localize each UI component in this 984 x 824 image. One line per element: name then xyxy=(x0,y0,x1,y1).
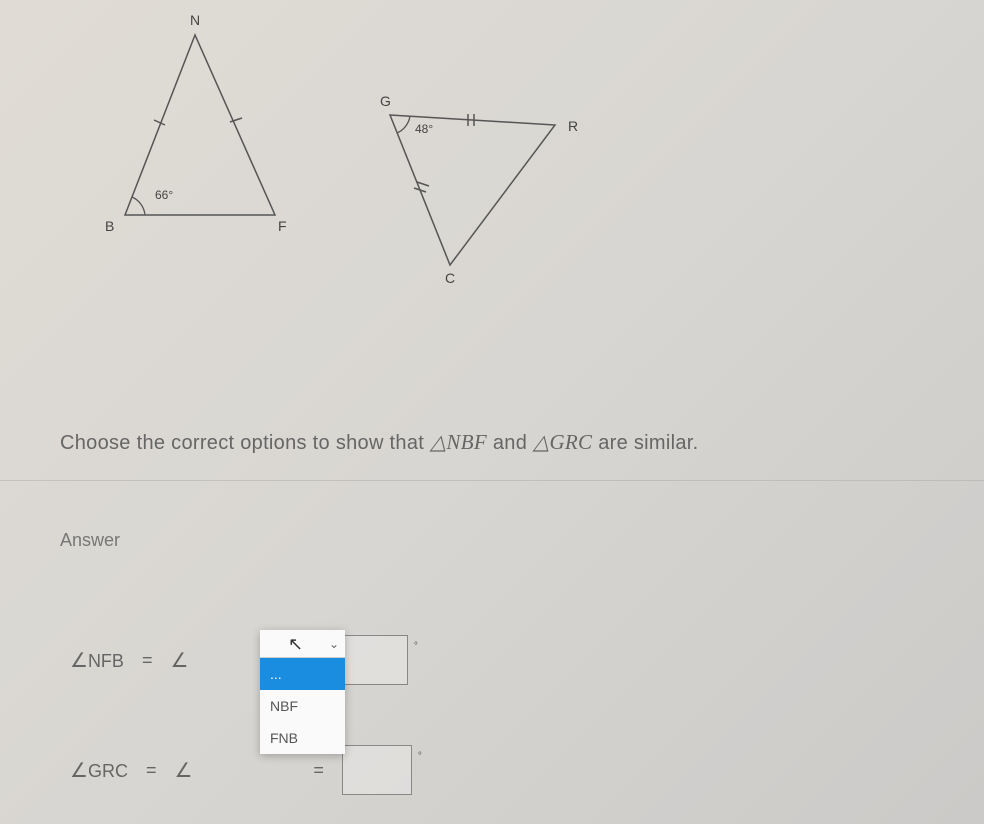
vertex-b: B xyxy=(105,218,114,234)
degree-1: ° xyxy=(414,641,418,652)
dropdown-header[interactable]: ↖ ⌄ xyxy=(260,630,345,658)
answer-row-grc: ∠GRC = ∠ = ° xyxy=(70,745,422,795)
equals-2: = xyxy=(146,760,157,781)
question-prefix: Choose the correct options to show that xyxy=(60,432,430,454)
vertex-n: N xyxy=(190,12,200,28)
dropdown-option-nbf[interactable]: NBF xyxy=(260,690,345,722)
chevron-down-icon: ⌄ xyxy=(329,637,339,651)
vertex-c: C xyxy=(445,270,455,286)
angle-symbol-2: ∠ xyxy=(174,758,192,783)
triangle-grc: △GRC xyxy=(533,430,592,454)
answer-row-nfb: ∠NFB = ∠ = ° xyxy=(70,635,418,685)
equals-1: = xyxy=(142,650,153,671)
cursor-icon: ↖ xyxy=(288,634,303,655)
angle-dropdown[interactable]: ↖ ⌄ ... NBF FNB xyxy=(260,630,345,754)
triangle-nbf: △NBF xyxy=(430,430,487,454)
value-input-1[interactable] xyxy=(338,635,408,685)
angle-symbol-1: ∠ xyxy=(170,648,188,673)
equals-2b: = xyxy=(313,760,324,781)
vertex-g: G xyxy=(380,93,391,109)
angle-grc-label: ∠GRC xyxy=(70,758,128,783)
value-input-2[interactable] xyxy=(342,745,412,795)
question-prompt: Choose the correct options to show that … xyxy=(60,430,699,455)
dropdown-option-fnb[interactable]: FNB xyxy=(260,722,345,754)
vertex-r: R xyxy=(568,118,578,134)
answer-heading: Answer xyxy=(60,530,120,551)
angle-48: 48° xyxy=(415,122,433,136)
vertex-f: F xyxy=(278,218,287,234)
triangles-svg xyxy=(50,10,650,300)
question-mid: and xyxy=(493,432,533,454)
dropdown-option-placeholder[interactable]: ... xyxy=(260,658,345,690)
geometry-diagram: N B F 66° G R C 48° xyxy=(50,10,650,300)
section-divider xyxy=(0,480,984,481)
angle-66: 66° xyxy=(155,188,173,202)
question-suffix: are similar. xyxy=(598,432,698,454)
degree-2: ° xyxy=(418,751,422,762)
angle-nfb-label: ∠NFB xyxy=(70,648,124,673)
